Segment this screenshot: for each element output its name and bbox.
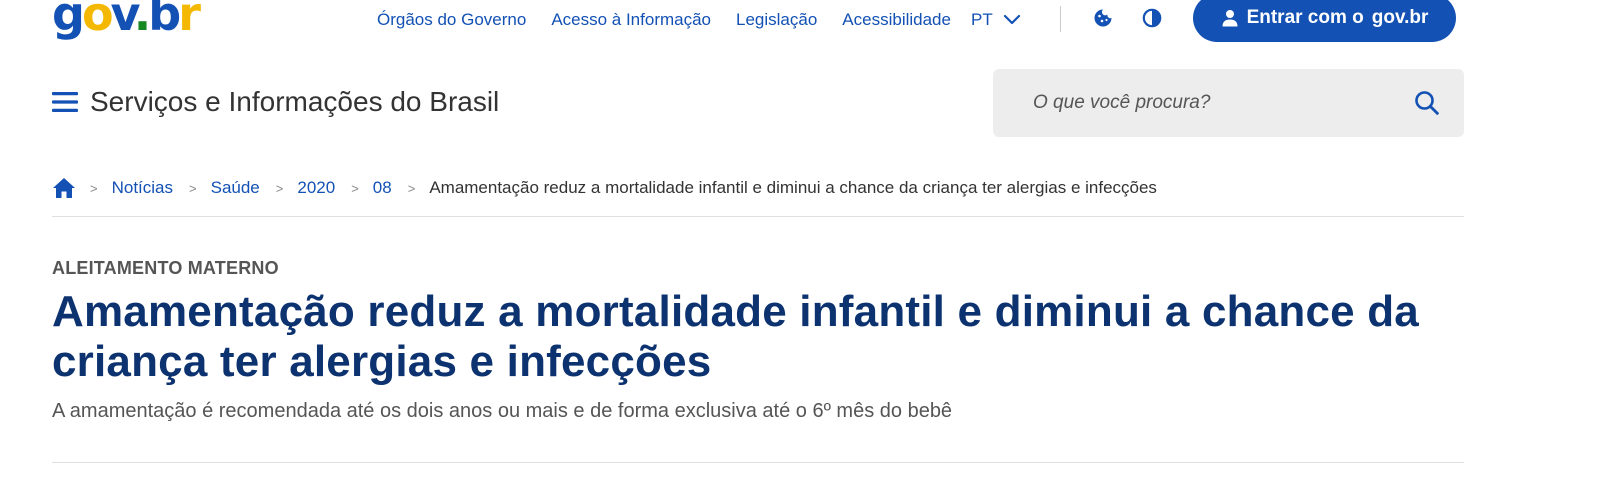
divider <box>52 462 1464 463</box>
divider <box>52 216 1464 217</box>
login-brand: gov.br <box>1371 7 1429 28</box>
breadcrumb-separator: > <box>90 180 98 196</box>
link-orgaos-do-governo[interactable]: Órgãos do Governo <box>377 10 526 30</box>
article-title: Amamentação reduz a mortalidade infantil… <box>52 287 1419 386</box>
top-links: Órgãos do Governo Acesso à Informação Le… <box>377 8 1021 32</box>
user-icon <box>1222 10 1238 27</box>
home-icon[interactable] <box>52 177 76 199</box>
link-acessibilidade[interactable]: Acessibilidade <box>842 10 951 30</box>
cookie-settings-button[interactable] <box>1091 6 1115 30</box>
breadcrumb-item-saude[interactable]: Saúde <box>211 178 260 198</box>
search-input[interactable] <box>993 69 1393 137</box>
breadcrumb: > Notícias > Saúde > 2020 > 08 > Amament… <box>52 176 1157 200</box>
link-legislacao[interactable]: Legislação <box>736 10 817 30</box>
contrast-icon <box>1142 8 1162 28</box>
link-acesso-a-informacao[interactable]: Acesso à Informação <box>551 10 711 30</box>
language-label: PT <box>970 10 993 29</box>
divider <box>1060 6 1061 32</box>
language-selector[interactable]: PT <box>971 10 1021 30</box>
login-button[interactable]: Entrar com o gov.br <box>1193 0 1456 42</box>
breadcrumb-separator: > <box>275 180 284 196</box>
hamburger-menu-icon[interactable] <box>52 90 78 114</box>
article-kicker: ALEITAMENTO MATERNO <box>52 258 279 278</box>
breadcrumb-item-noticias[interactable]: Notícias <box>112 178 173 198</box>
govbr-logo[interactable]: gov.br <box>52 0 201 40</box>
breadcrumb-separator: > <box>189 180 197 196</box>
breadcrumb-item-2020[interactable]: 2020 <box>297 178 335 198</box>
breadcrumb-separator: > <box>407 180 416 196</box>
site-title[interactable]: Serviços e Informações do Brasil <box>90 86 499 118</box>
chevron-down-icon <box>1003 14 1020 25</box>
top-bar: gov.br Órgãos do Governo Acesso à Inform… <box>0 0 1600 52</box>
search-icon[interactable] <box>1414 90 1440 116</box>
article-subtitle: A amamentação é recomendada até os dois … <box>52 400 953 422</box>
login-label: Entrar com o <box>1246 7 1364 28</box>
contrast-toggle-button[interactable] <box>1140 6 1164 30</box>
cookie-icon <box>1094 9 1112 27</box>
breadcrumb-item-08[interactable]: 08 <box>373 178 392 198</box>
search-box <box>993 69 1464 137</box>
breadcrumb-current: Amamentação reduz a mortalidade infantil… <box>429 178 1157 197</box>
breadcrumb-separator: > <box>351 180 359 196</box>
